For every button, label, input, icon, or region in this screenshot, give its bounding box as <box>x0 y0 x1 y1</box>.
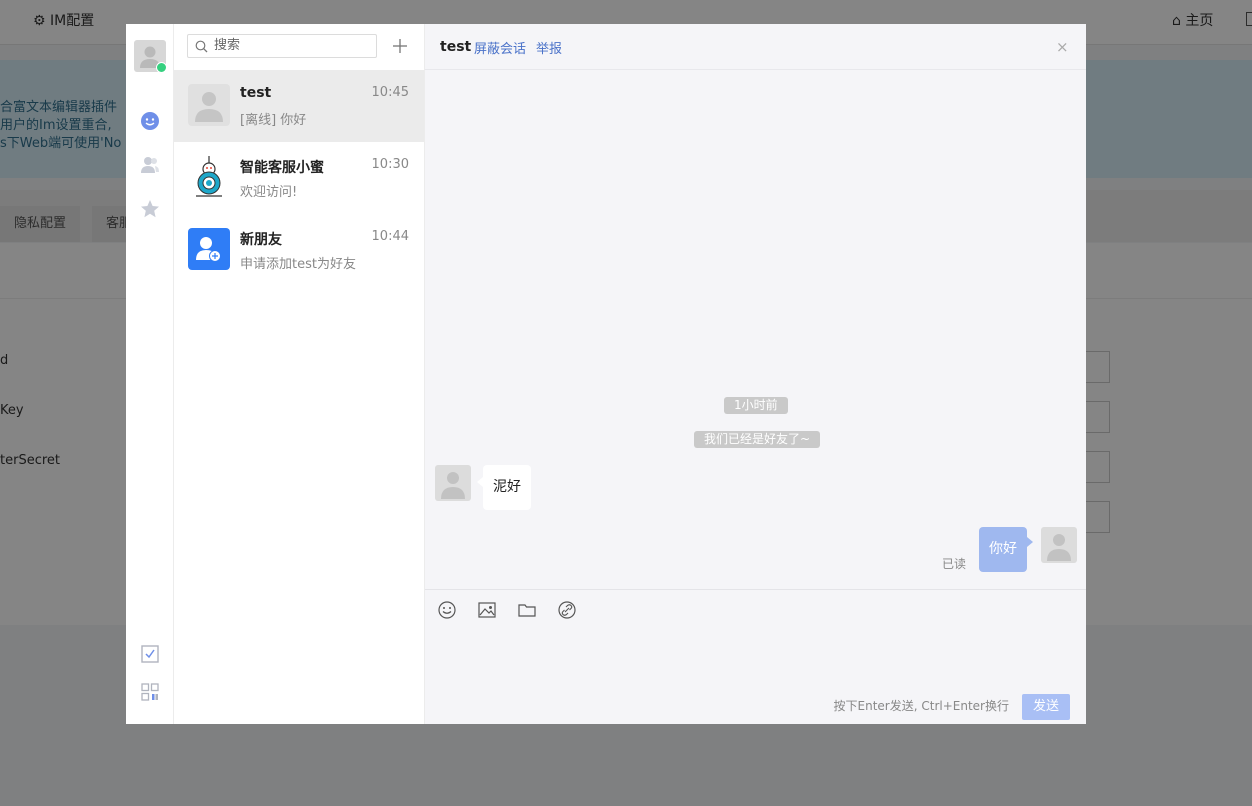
system-notice: 我们已经是好友了~ <box>694 431 821 448</box>
conversation-item-test[interactable]: test 10:45 [离线] 你好 <box>174 70 424 142</box>
time-divider: 1小时前 <box>724 397 788 414</box>
default-avatar-icon <box>188 84 230 126</box>
outgoing-message[interactable]: 你好 <box>979 527 1033 572</box>
conversation-preview: 申请添加test为好友 <box>240 257 356 272</box>
report-link[interactable]: 举报 <box>536 38 562 57</box>
conversation-list: test 10:45 [离线] 你好 智能客服小蜜 10:30 欢迎访问! <box>174 24 425 724</box>
conversation-item-robot[interactable]: 智能客服小蜜 10:30 欢迎访问! <box>174 142 424 214</box>
new-friend-avatar-icon <box>188 228 230 270</box>
mute-conversation-link[interactable]: 屏蔽会话 <box>474 38 526 57</box>
search-icon <box>195 40 208 53</box>
online-status-dot <box>156 62 167 73</box>
message-composer: 按下Enter发送, Ctrl+Enter换行 发送 <box>425 589 1086 724</box>
conversation-preview: 欢迎访问! <box>240 185 298 200</box>
conversation-time: 10:45 <box>371 85 409 100</box>
peer-avatar-icon[interactable] <box>435 465 471 501</box>
search-input[interactable] <box>214 36 372 54</box>
checklist-icon[interactable] <box>140 644 160 664</box>
contacts-icon[interactable] <box>140 155 160 175</box>
self-avatar-icon[interactable] <box>1041 527 1077 563</box>
chat-panel: test 屏蔽会话 举报 × 1小时前 我们已经是好友了~ 泥好 已读 你好 按… <box>425 24 1086 724</box>
close-icon[interactable]: × <box>1056 38 1069 56</box>
chat-title: test <box>440 39 472 55</box>
apps-icon[interactable] <box>140 682 160 702</box>
conversation-preview: [离线] 你好 <box>240 113 307 128</box>
robot-avatar-icon <box>188 156 230 198</box>
add-conversation-icon[interactable] <box>390 36 410 56</box>
search-box <box>187 34 377 58</box>
read-status: 已读 <box>942 557 967 571</box>
chat-icon[interactable] <box>140 111 160 131</box>
link-icon[interactable] <box>557 600 577 620</box>
send-hint: 按下Enter发送, Ctrl+Enter换行 <box>833 699 1009 713</box>
incoming-message[interactable]: 泥好 <box>477 465 531 510</box>
conversation-time: 10:44 <box>371 229 409 244</box>
favorites-icon[interactable] <box>140 199 160 219</box>
navigation-rail <box>126 24 174 724</box>
emoji-icon[interactable] <box>437 600 457 620</box>
message-input[interactable] <box>437 630 1073 685</box>
conversation-name: 新朋友 <box>240 232 282 248</box>
conversation-name: test <box>240 85 272 101</box>
conversation-name: 智能客服小蜜 <box>240 160 324 176</box>
conversation-time: 10:30 <box>371 157 409 172</box>
send-button[interactable]: 发送 <box>1022 694 1070 720</box>
conversation-item-new-friend[interactable]: 新朋友 10:44 申请添加test为好友 <box>174 214 424 286</box>
image-icon[interactable] <box>477 600 497 620</box>
chat-header: test 屏蔽会话 举报 × <box>425 24 1086 70</box>
im-chat-modal: test 10:45 [离线] 你好 智能客服小蜜 10:30 欢迎访问! <box>126 24 1086 724</box>
folder-icon[interactable] <box>517 600 537 620</box>
